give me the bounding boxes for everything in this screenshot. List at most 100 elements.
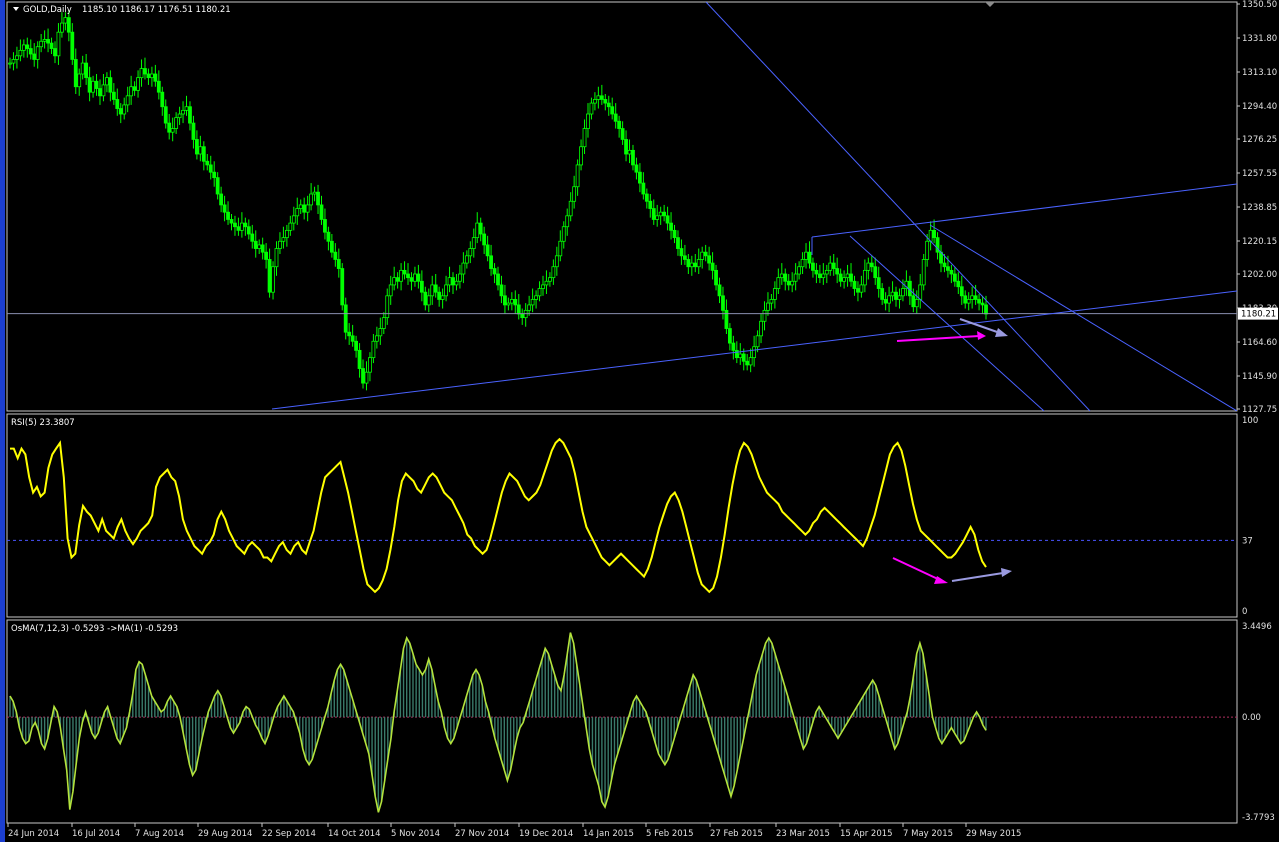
candle-body: [444, 284, 448, 297]
candle-body: [267, 259, 272, 293]
candle-body: [769, 299, 774, 304]
candle-body: [499, 284, 504, 297]
candle-body: [575, 164, 580, 188]
candle-body: [42, 39, 47, 42]
candle-body: [817, 273, 822, 279]
candle-body: [464, 255, 469, 264]
current-price-label: 1180.21: [1241, 310, 1276, 320]
candle-body: [340, 268, 345, 306]
candle-body: [433, 284, 438, 293]
candle-body: [783, 273, 788, 282]
candle-body: [856, 288, 860, 293]
candle-body: [298, 204, 303, 209]
candle-body: [98, 88, 102, 97]
candle-body: [596, 95, 601, 100]
candle-body: [741, 353, 746, 362]
candle-body: [316, 191, 320, 206]
candle-body: [873, 266, 878, 279]
candle-body: [959, 286, 964, 297]
rsi-tick-label: 0: [1242, 607, 1247, 617]
candle-body: [73, 59, 78, 88]
price-tick-label: 1276.25: [1242, 135, 1277, 145]
candle-body: [984, 304, 988, 315]
candle-body: [506, 302, 511, 306]
candle-body: [336, 259, 341, 269]
time-axis: 24 Jun 2014 16 Jul 2014 7 Aug 2014 29 Aug 2…: [7, 823, 1021, 839]
candle-body: [513, 299, 518, 306]
trendline: [271, 290, 1237, 410]
candle-body: [181, 109, 185, 115]
candle-body: [385, 295, 390, 319]
candle-body: [686, 259, 691, 268]
candle-body: [620, 128, 625, 140]
candle-body: [565, 215, 570, 228]
candle-body: [745, 360, 750, 366]
candle-body: [419, 280, 424, 293]
osma-panel[interactable]: 3.4496 0.00 -3.7793: [7, 622, 1275, 823]
time-tick-label: 16 Jul 2014: [72, 829, 120, 839]
candle-body: [188, 106, 192, 124]
time-tick-label: 14 Oct 2014: [328, 829, 381, 839]
candle-body: [866, 262, 871, 271]
time-tick-label: 24 Jun 2014: [8, 829, 59, 839]
candle-body: [447, 277, 452, 286]
candle-body: [84, 62, 89, 79]
candle-body: [700, 251, 705, 260]
candle-body: [956, 280, 961, 288]
candle-body: [641, 182, 646, 195]
candle-body: [233, 222, 237, 228]
candle-body: [454, 280, 459, 286]
candle-body: [672, 229, 677, 239]
candle-body: [87, 77, 92, 93]
magenta-arrow: [896, 335, 980, 342]
candle-body: [66, 17, 71, 33]
candle-body: [350, 335, 355, 342]
candle-body: [766, 302, 770, 311]
time-tick-label: 29 May 2015: [966, 829, 1021, 839]
candle-body: [143, 68, 147, 75]
candle-body: [890, 291, 895, 297]
candle-body: [779, 273, 784, 279]
chart-workspace[interactable]: 100370 3.44960.00-3.7793 1350.501331.801…: [0, 0, 1279, 842]
candle-body: [136, 77, 140, 91]
candle-body: [977, 299, 981, 304]
rsi-panel[interactable]: 100 37 0: [7, 416, 1258, 617]
candle-body: [849, 273, 853, 282]
candle-body: [191, 122, 196, 140]
price-tick-label: 1164.60: [1242, 338, 1277, 348]
candle-body: [973, 295, 978, 300]
candle-body: [274, 248, 279, 268]
price-tick-label: 1202.00: [1242, 270, 1277, 280]
candle-body: [468, 248, 473, 257]
candle-body: [835, 268, 840, 275]
candle-body: [814, 269, 819, 275]
candle-body: [357, 349, 362, 369]
candle-body: [361, 368, 365, 384]
price-panel[interactable]: [7, 2, 1237, 411]
candle-body: [859, 284, 864, 293]
candle-body: [184, 106, 189, 111]
collapse-triangle-icon[interactable]: [13, 7, 19, 11]
candle-body: [295, 208, 300, 217]
candle-body: [496, 273, 500, 286]
candle-body: [551, 266, 556, 279]
time-tick-label: 19 Dec 2014: [519, 829, 573, 839]
candle-body: [478, 222, 483, 235]
candle-body: [257, 244, 262, 249]
candle-body: [901, 288, 905, 297]
candle-body: [762, 309, 767, 322]
candle-body: [914, 299, 919, 308]
candle-body: [786, 280, 791, 286]
candle-body: [489, 255, 493, 269]
candle-body: [222, 204, 227, 213]
candle-body: [246, 226, 251, 235]
candle-body: [426, 295, 431, 306]
candle-body: [593, 99, 597, 104]
candle-body: [669, 222, 673, 231]
candle-body: [790, 280, 795, 286]
rsi-tick-label: 100: [1242, 416, 1258, 426]
candle-body: [648, 200, 653, 209]
candle-body: [46, 39, 50, 44]
candle-body: [471, 237, 476, 249]
candle-body: [392, 277, 397, 286]
